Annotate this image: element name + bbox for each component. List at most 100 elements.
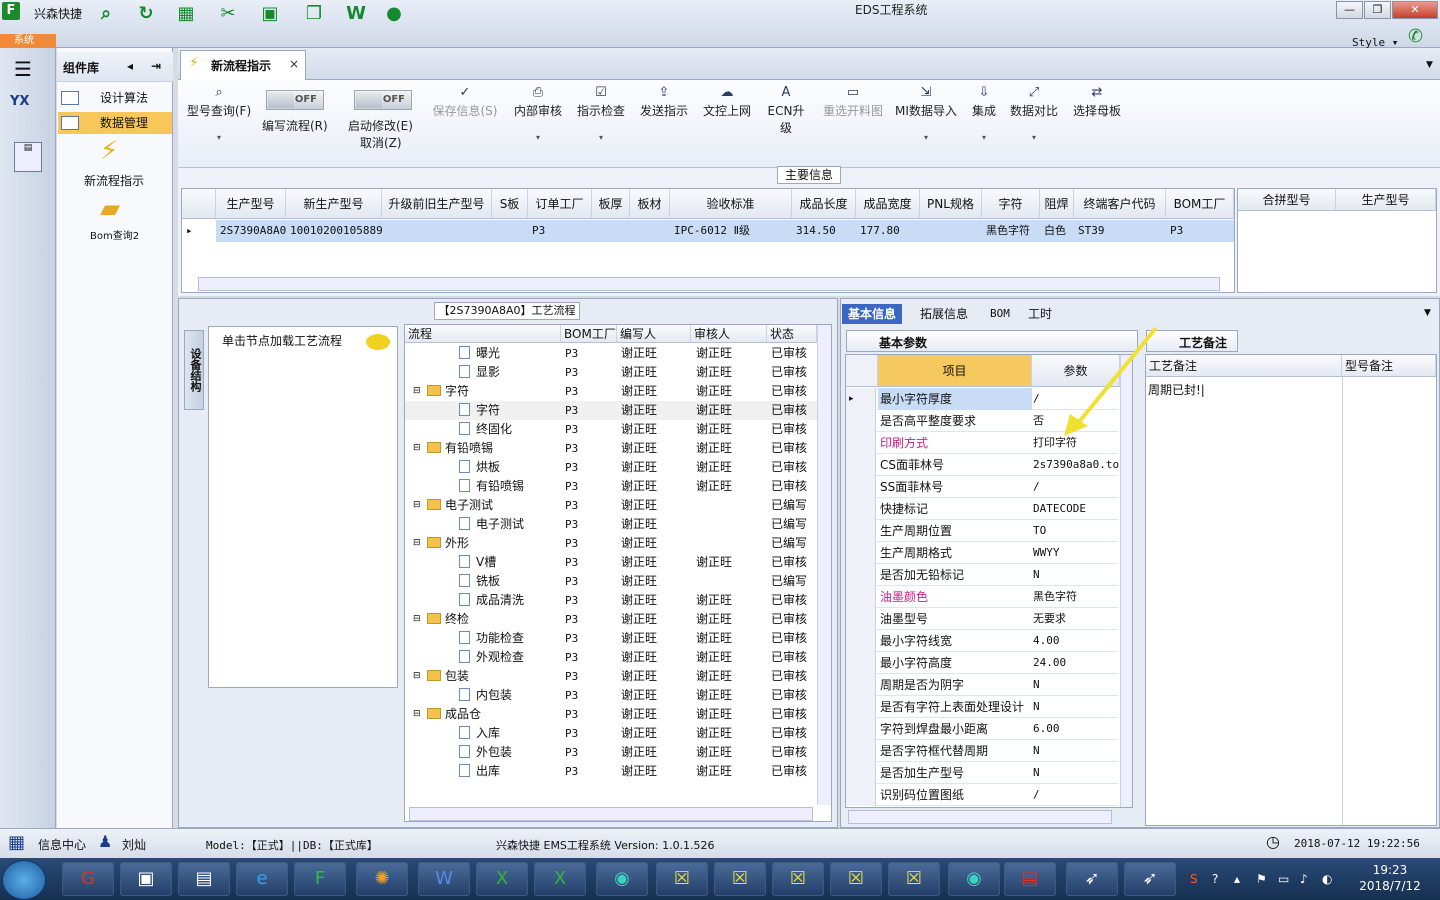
param-value[interactable]: N bbox=[1033, 674, 1040, 696]
param-value[interactable]: 无要求 bbox=[1033, 608, 1066, 630]
tab-process-notes[interactable]: 工艺备注 bbox=[1146, 330, 1238, 352]
table-row[interactable]: 最小字符线宽 4.00 bbox=[846, 630, 1118, 652]
taskbar-excel-icon[interactable]: X bbox=[476, 862, 528, 896]
send-instruction-button[interactable]: ⇪ 发送指示 bbox=[638, 84, 690, 119]
col-header[interactable]: 工艺备注 bbox=[1146, 355, 1342, 377]
col-header[interactable]: 编写人 bbox=[617, 325, 691, 343]
taskbar-window-icon[interactable]: ☒ bbox=[714, 862, 766, 896]
tree-node[interactable]: 包装 bbox=[427, 667, 469, 686]
tab-bom[interactable]: BOM bbox=[984, 304, 1016, 324]
list-item[interactable]: 电子测试 P3 谢正旺 已编写 bbox=[405, 515, 817, 534]
close-button[interactable]: ✕ bbox=[1392, 1, 1438, 19]
tree-node[interactable]: 曝光 bbox=[459, 344, 500, 363]
save-info-button[interactable]: ✓ 保存信息(S) bbox=[430, 84, 500, 119]
table-cell[interactable]: IPC-6012 Ⅱ级 bbox=[670, 220, 792, 242]
taskbar-clock[interactable]: 19:23 2018/7/12 bbox=[1350, 862, 1430, 894]
phone-icon[interactable]: ✆ bbox=[1408, 26, 1423, 47]
table-row[interactable]: 周期是否为阴字 N bbox=[846, 674, 1118, 696]
col-header[interactable]: 成品宽度 bbox=[856, 189, 920, 219]
process-note-text[interactable]: 周期已封!| bbox=[1148, 381, 1205, 398]
tray-s-icon[interactable]: S bbox=[1190, 872, 1198, 886]
taskbar-feather-icon[interactable]: ➶ bbox=[1066, 862, 1118, 896]
tree-node[interactable]: 成品清洗 bbox=[459, 591, 524, 610]
start-modify-toggle[interactable]: OFF bbox=[354, 90, 412, 110]
panel-dropdown-icon[interactable]: ▼ bbox=[1424, 308, 1431, 318]
table-row[interactable]: 是否加生产型号 N bbox=[846, 762, 1118, 784]
list-item[interactable]: 功能检查 P3 谢正旺 谢正旺 已审核 bbox=[405, 629, 817, 648]
table-cell[interactable]: ST39 bbox=[1074, 220, 1166, 242]
tree-node[interactable]: 有铅喷锡 bbox=[459, 477, 524, 496]
tree-node[interactable]: 终固化 bbox=[459, 420, 512, 439]
taskbar-window-icon[interactable]: ☒ bbox=[656, 862, 708, 896]
param-value[interactable]: N bbox=[1033, 564, 1040, 586]
param-value[interactable]: / bbox=[1033, 784, 1040, 806]
param-value[interactable]: 否 bbox=[1033, 410, 1044, 432]
col-header[interactable]: BOM工厂 bbox=[1166, 189, 1234, 219]
param-value[interactable]: N bbox=[1033, 696, 1040, 718]
table-row[interactable]: 是否字符框代替周期 N bbox=[846, 740, 1118, 762]
collapse-icon[interactable]: ⊟ bbox=[413, 705, 421, 724]
col-header[interactable]: S板 bbox=[492, 189, 528, 219]
param-value[interactable]: 4.00 bbox=[1033, 630, 1060, 652]
integrate-button[interactable]: ⇩ 集成 ▾ bbox=[968, 84, 1000, 142]
mi-data-import-button[interactable]: ⇲ MI数据导入 ▾ bbox=[894, 84, 958, 142]
col-header[interactable]: PNL规格 bbox=[920, 189, 982, 219]
list-item[interactable]: 包装 P3 谢正旺 谢正旺 已审核 ⊟ bbox=[405, 667, 817, 686]
taskbar-eds-icon[interactable]: F bbox=[294, 862, 346, 896]
horizontal-scrollbar[interactable] bbox=[848, 810, 1112, 824]
list-item[interactable]: 有铅喷锡 P3 谢正旺 谢正旺 已审核 ⊟ bbox=[405, 439, 817, 458]
list-item[interactable]: 有铅喷锡 P3 谢正旺 谢正旺 已审核 bbox=[405, 477, 817, 496]
tray-more-icon[interactable]: ▴ bbox=[1234, 872, 1240, 886]
comp-item-data-management[interactable]: 数据管理 bbox=[58, 112, 172, 134]
tree-node[interactable]: 显影 bbox=[459, 363, 500, 382]
param-value[interactable]: DATECODE bbox=[1033, 498, 1086, 520]
table-cell[interactable] bbox=[592, 220, 630, 242]
tree-node[interactable]: 铣板 bbox=[459, 572, 500, 591]
tree-node[interactable]: 终检 bbox=[427, 610, 469, 629]
cancel-label[interactable]: 取消(Z) bbox=[360, 134, 402, 151]
write-flow-toggle[interactable]: OFF bbox=[266, 90, 324, 110]
col-header[interactable]: 订单工厂 bbox=[528, 189, 592, 219]
col-header[interactable]: 新生产型号 bbox=[286, 189, 382, 219]
col-header[interactable]: 板材 bbox=[630, 189, 670, 219]
col-header[interactable]: 终端客户代码 bbox=[1074, 189, 1166, 219]
collapse-icon[interactable]: ⊟ bbox=[413, 667, 421, 686]
tree-node[interactable]: 功能检查 bbox=[459, 629, 524, 648]
taskbar-eye-icon[interactable]: ◉ bbox=[948, 862, 1000, 896]
tray-volume-icon[interactable]: ♪ bbox=[1300, 872, 1308, 886]
model-query-button[interactable]: ⌕ 型号查询(F) ▾ bbox=[184, 84, 254, 142]
taskbar-window-icon[interactable]: ☒ bbox=[888, 862, 940, 896]
col-header[interactable]: BOM工厂 bbox=[561, 325, 617, 343]
search-icon[interactable]: ⌕ bbox=[94, 2, 118, 26]
taskbar-eye-icon[interactable]: ◉ bbox=[596, 862, 648, 896]
table-row[interactable]: CS面菲林号 2s7390a8a0.to bbox=[846, 454, 1119, 476]
data-compare-button[interactable]: ⤢ 数据对比 ▾ bbox=[1008, 84, 1060, 142]
list-item[interactable]: 入库 P3 谢正旺 谢正旺 已审核 bbox=[405, 724, 817, 743]
list-item[interactable]: 外观检查 P3 谢正旺 谢正旺 已审核 bbox=[405, 648, 817, 667]
param-value[interactable]: / bbox=[1033, 388, 1040, 410]
tab-extended-info[interactable]: 拓展信息 bbox=[914, 304, 974, 324]
col-header[interactable]: 生产型号 bbox=[1336, 189, 1436, 211]
param-value[interactable]: 6.00 bbox=[1033, 718, 1060, 740]
taskbar-ie-icon[interactable]: e bbox=[236, 862, 288, 896]
table-cell[interactable]: 黑色字符 bbox=[982, 220, 1040, 242]
tab-basic-info[interactable]: 基本信息 bbox=[842, 304, 903, 324]
vertical-scrollbar[interactable] bbox=[1120, 355, 1132, 807]
pin-icon[interactable]: ⇥ bbox=[151, 59, 161, 73]
col-header-item[interactable]: 项目 bbox=[878, 355, 1032, 387]
tray-flag-icon[interactable]: ⚑ bbox=[1256, 872, 1267, 886]
yx-factory-icon[interactable]: YX bbox=[10, 94, 29, 109]
collapse-icon[interactable]: ⊟ bbox=[413, 610, 421, 629]
col-header[interactable]: 型号备注 bbox=[1342, 355, 1436, 377]
list-item[interactable]: 铣板 P3 谢正旺 已编写 bbox=[405, 572, 817, 591]
comp-item-new-flow[interactable]: 新流程指示 bbox=[84, 172, 144, 189]
taskbar-excel-icon[interactable]: X bbox=[534, 862, 586, 896]
scissors-icon[interactable]: ✂ bbox=[216, 2, 240, 26]
param-value[interactable]: WWYY bbox=[1033, 542, 1060, 564]
document-online-button[interactable]: ☁ 文控上网 bbox=[700, 84, 754, 119]
table-row[interactable]: 最小字符高度 24.00 bbox=[846, 652, 1118, 674]
param-value[interactable]: TO bbox=[1033, 520, 1046, 542]
list-item[interactable]: 电子测试 P3 谢正旺 已编写 ⊟ bbox=[405, 496, 817, 515]
table-cell[interactable]: P3 bbox=[1166, 220, 1234, 242]
collapse-icon[interactable]: ⊟ bbox=[413, 496, 421, 515]
